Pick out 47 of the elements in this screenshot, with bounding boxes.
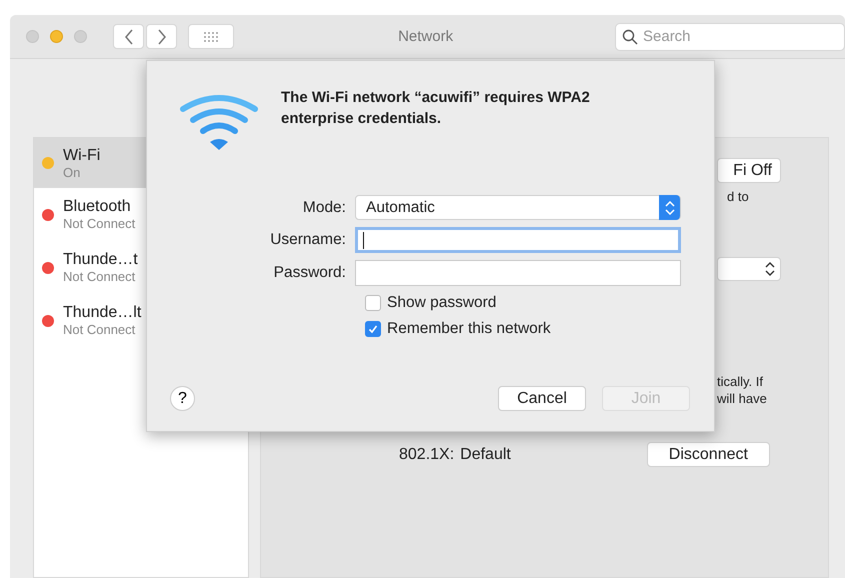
service-name: Wi-Fi — [63, 146, 100, 164]
close-button[interactable] — [26, 30, 39, 43]
turn-wifi-off-button[interactable]: Fi Off — [717, 158, 781, 183]
minimize-button[interactable] — [50, 30, 63, 43]
text-field[interactable] — [355, 227, 681, 253]
service-status: Not Connect — [63, 216, 136, 231]
description-text: d to — [726, 189, 750, 204]
show-all-button[interactable] — [188, 24, 234, 49]
service-status: Not Connect — [63, 269, 136, 284]
checkbox-label: Show password — [387, 294, 496, 312]
back-button[interactable] — [113, 24, 144, 49]
security-value: Default — [460, 446, 511, 464]
chevron-updown-icon — [664, 200, 674, 214]
mode-select[interactable]: Automatic — [355, 195, 681, 220]
search-field[interactable]: Search — [615, 22, 845, 50]
service-name: Thunde…t — [63, 251, 138, 269]
service-status: Not Connect — [63, 322, 136, 337]
window-title: Network — [398, 28, 454, 45]
checkbox[interactable] — [365, 321, 381, 337]
chevron-left-icon — [124, 28, 134, 44]
description-text: tically. If will have — [717, 373, 768, 407]
checkbox-label: Remember this network — [387, 320, 551, 338]
security-label: 802.1X: — [399, 446, 454, 464]
service-name: Thunde…lt — [63, 304, 142, 322]
forward-button[interactable] — [146, 24, 177, 49]
checkbox[interactable] — [365, 295, 381, 311]
field-label: Username: — [269, 231, 347, 249]
sidebar-item[interactable]: Thunde…lt Not Connect — [34, 294, 248, 347]
text-field[interactable] — [355, 260, 681, 286]
help-button[interactable]: ? — [170, 386, 195, 411]
sidebar-item[interactable]: Thunde…t Not Connect — [34, 241, 248, 294]
chevron-updown-icon — [765, 262, 775, 276]
service-status: On — [63, 164, 82, 180]
cancel-button[interactable]: Cancel — [498, 386, 586, 411]
wifi-icon — [179, 93, 259, 151]
network-select[interactable] — [717, 257, 781, 281]
grid-icon — [203, 30, 220, 42]
service-name: Bluetooth — [63, 198, 132, 216]
chevron-right-icon — [156, 28, 166, 44]
dialog-message: The Wi-Fi network “acuwifi” requires WPA2 enterprise credentials. — [281, 88, 591, 129]
field-label: Password: — [272, 264, 347, 282]
search-icon — [622, 28, 638, 44]
field-label: Mode: — [302, 198, 347, 216]
disconnect-button[interactable]: Disconnect — [646, 442, 770, 467]
sidebar-item[interactable]: Bluetooth Not Connect — [34, 188, 248, 241]
zoom-button[interactable] — [74, 30, 87, 43]
checkmark-icon — [368, 324, 378, 334]
